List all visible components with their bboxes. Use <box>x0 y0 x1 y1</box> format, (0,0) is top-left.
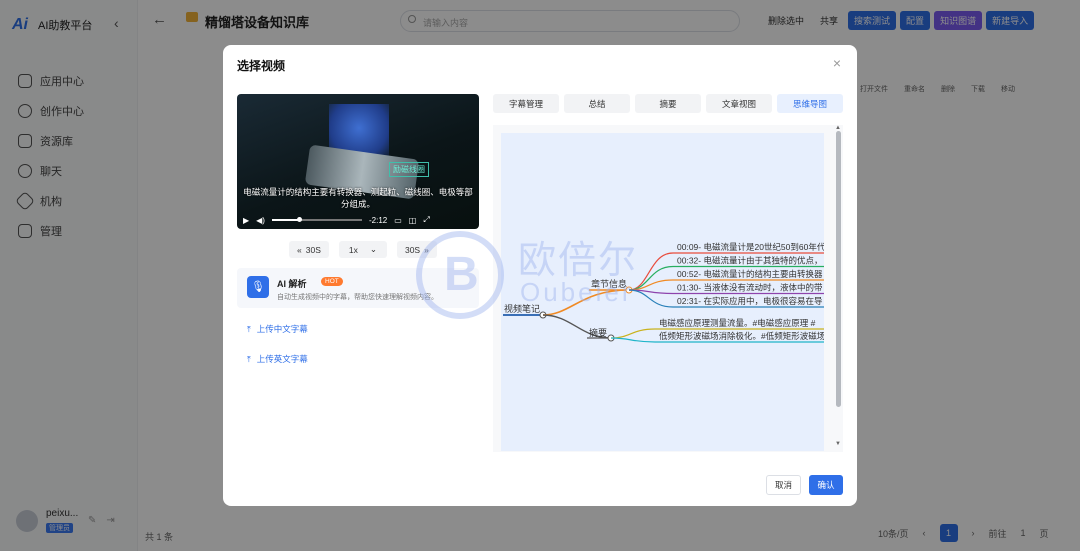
tab-subtitles[interactable]: 字幕管理 <box>493 94 559 113</box>
branch-chapters[interactable]: 章节信息 <box>591 278 627 289</box>
tab-mindmap[interactable]: 思维导图 <box>777 94 843 113</box>
close-icon[interactable]: × <box>833 55 841 71</box>
video-time: -2:12 <box>368 215 388 225</box>
mindmap-scrollbar[interactable] <box>836 131 841 407</box>
mindmap-leaves: 00:09- 电磁流量计是20世纪50到60年代 00:32- 电磁流量计由于其独… <box>610 242 824 343</box>
tab-article-view[interactable]: 文章视图 <box>706 94 772 113</box>
volume-icon[interactable]: ◀) <box>256 216 265 225</box>
upload-label: 上传中文字幕 <box>256 324 308 334</box>
fullscreen-icon[interactable]: ⤢ <box>423 215 429 225</box>
ai-analysis-desc: 自动生成视频中的字幕，帮助您快速理解视频内容。 <box>277 294 438 301</box>
pip-icon[interactable]: ◫ <box>409 216 417 225</box>
upload-label: 上传英文字幕 <box>256 354 308 364</box>
mindmap-leaf[interactable]: 低频矩形波磁场消除极化。#低频矩形波磁场 <box>659 331 824 341</box>
forward-button[interactable]: 30S» <box>396 241 437 258</box>
mindmap-panel: 视频笔记 章节信息 摘要 00:09- 电磁流量计是20世纪50到60年代 00:… <box>493 125 843 452</box>
rewind-label: 30S <box>305 244 321 255</box>
mindmap-leaf[interactable]: 00:52- 电磁流量计的结构主要由转换器 <box>677 269 823 279</box>
ai-analysis-title: AI 解析 <box>277 279 307 289</box>
video-hud-label: 励磁线圈 <box>389 162 429 177</box>
video-progress[interactable] <box>271 217 362 222</box>
video-progress-fill <box>271 219 299 221</box>
cancel-button[interactable]: 取消 <box>766 475 801 495</box>
upload-icon: ⤒ <box>247 323 251 334</box>
hot-badge: HOT <box>321 277 343 286</box>
video-player[interactable]: 励磁线圈 电磁流量计的结构主要有转换器、测起粒、磁线圈、电极等部分组成。 ▶ ◀… <box>237 94 479 229</box>
chevron-down-icon: ⌄ <box>369 244 377 254</box>
dialog-title: 选择视频 <box>237 59 286 73</box>
mindmap-leaf[interactable]: 02:31- 在实际应用中，电极很容易在导 <box>677 296 823 306</box>
ai-analysis-card[interactable]: 🎙 AI 解析 HOT 自动生成视频中的字幕，帮助您快速理解视频内容。 <box>237 268 479 308</box>
scroll-down-icon[interactable]: ▼ <box>835 441 841 447</box>
branch-abstract[interactable]: 摘要 <box>589 327 607 338</box>
microphone-icon: 🎙 <box>247 276 269 298</box>
mindmap-leaf[interactable]: 电磁感应原理测量流量。#电磁感应原理 # <box>659 318 816 328</box>
upload-english-subtitle[interactable]: ⤒ 上传英文字幕 <box>247 353 308 365</box>
view-tabs: 字幕管理 总结 摘要 文章视图 思维导图 <box>493 94 843 113</box>
play-icon[interactable]: ▶ <box>243 216 249 225</box>
upload-chinese-subtitle[interactable]: ⤒ 上传中文字幕 <box>247 323 308 335</box>
mindmap-leaf[interactable]: 00:32- 电磁流量计由于其独特的优点， <box>677 256 822 266</box>
tab-summary[interactable]: 总结 <box>564 94 630 113</box>
tab-abstract[interactable]: 摘要 <box>635 94 701 113</box>
video-seek-buttons: «30S 1x ⌄ 30S» <box>289 241 437 258</box>
forward-icon: » <box>424 244 429 255</box>
video-controls: ▶ ◀) -2:12 ▭ ◫ ⤢ <box>237 211 479 229</box>
confirm-button[interactable]: 确认 <box>809 475 843 495</box>
branch-link-chapters <box>542 289 630 316</box>
video-caption: 电磁流量计的结构主要有转换器、测起粒、磁线圈、电极等部分组成。 <box>243 187 473 209</box>
mindmap-leaf[interactable]: 00:09- 电磁流量计是20世纪50到60年代 <box>677 242 824 252</box>
rewind-icon: « <box>297 244 302 255</box>
subtitles-icon[interactable]: ▭ <box>394 216 402 225</box>
select-video-dialog: 选择视频 × 励磁线圈 电磁流量计的结构主要有转换器、测起粒、磁线圈、电极等部分… <box>223 45 857 506</box>
upload-icon: ⤒ <box>247 353 251 364</box>
speed-select[interactable]: 1x ⌄ <box>338 241 387 258</box>
mindmap-leaf[interactable]: 01:30- 当液体没有流动时，液体中的带 <box>677 283 823 293</box>
mindmap-root[interactable]: 视频笔记 <box>504 303 540 314</box>
rewind-button[interactable]: «30S <box>289 241 329 258</box>
forward-label: 30S <box>404 244 421 255</box>
video-progress-handle[interactable] <box>296 217 302 222</box>
mindmap-svg: 视频笔记 章节信息 摘要 00:09- 电磁流量计是20世纪50到60年代00:… <box>503 242 824 343</box>
speed-label: 1x <box>348 244 358 255</box>
mindmap-canvas[interactable]: 视频笔记 章节信息 摘要 00:09- 电磁流量计是20世纪50到60年代 00:… <box>501 133 824 451</box>
